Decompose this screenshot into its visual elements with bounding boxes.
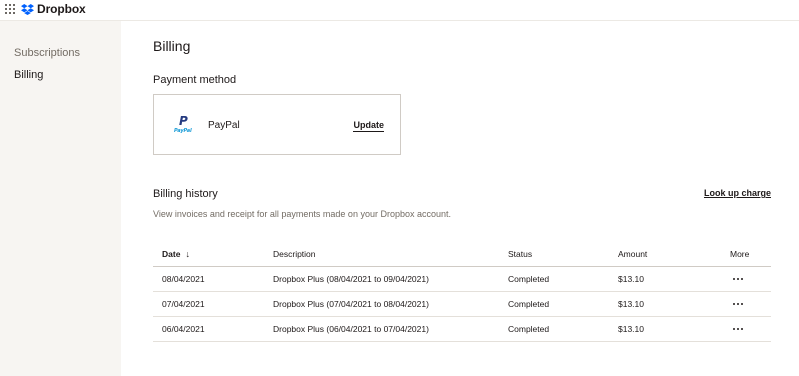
row-amount: $13.10 <box>618 299 644 309</box>
row-description: Dropbox Plus (07/04/2021 to 08/04/2021) <box>273 299 429 309</box>
column-header-description: Description <box>273 249 316 259</box>
table-row: 06/04/2021 Dropbox Plus (06/04/2021 to 0… <box>153 317 771 342</box>
dropbox-logo-icon <box>21 3 34 15</box>
table-header: Date ↓ Description Status Amount More <box>153 242 771 267</box>
more-options-icon[interactable] <box>733 328 743 331</box>
row-status: Completed <box>508 299 550 309</box>
payment-method-card: P PayPal PayPal Update <box>153 94 401 155</box>
column-header-more: More <box>730 249 750 259</box>
look-up-charge-link[interactable]: Look up charge <box>704 188 771 198</box>
billing-history-description: View invoices and receipt for all paymen… <box>153 209 451 219</box>
more-options-icon[interactable] <box>733 303 743 306</box>
row-status: Completed <box>508 324 550 334</box>
row-date: 07/04/2021 <box>162 299 205 309</box>
paypal-logo-icon: P PayPal <box>174 114 192 134</box>
table-row: 08/04/2021 Dropbox Plus (08/04/2021 to 0… <box>153 267 771 292</box>
update-payment-button[interactable]: Update <box>353 120 384 132</box>
sidebar-item-subscriptions[interactable]: Subscriptions <box>14 47 80 59</box>
more-options-icon[interactable] <box>733 278 743 281</box>
payment-method-heading: Payment method <box>153 74 237 86</box>
payment-provider-name: PayPal <box>208 120 240 131</box>
row-description: Dropbox Plus (08/04/2021 to 09/04/2021) <box>273 274 429 284</box>
table-row: 07/04/2021 Dropbox Plus (07/04/2021 to 0… <box>153 292 771 317</box>
sidebar-item-billing[interactable]: Billing <box>14 69 43 81</box>
page-title: Billing <box>153 38 191 54</box>
grid-icon[interactable] <box>5 4 15 14</box>
main-content: Billing Payment method P PayPal PayPal U… <box>121 21 799 376</box>
top-bar: Dropbox <box>0 0 799 21</box>
column-header-amount: Amount <box>618 249 648 259</box>
row-amount: $13.10 <box>618 324 644 334</box>
column-header-status: Status <box>508 249 533 259</box>
sidebar: Subscriptions Billing <box>0 21 121 376</box>
row-date: 08/04/2021 <box>162 274 205 284</box>
row-description: Dropbox Plus (06/04/2021 to 07/04/2021) <box>273 324 429 334</box>
column-header-date[interactable]: Date ↓ <box>162 242 190 267</box>
billing-history-table: Date ↓ Description Status Amount More 08/… <box>153 242 771 342</box>
billing-history-heading: Billing history <box>153 188 218 200</box>
row-status: Completed <box>508 274 550 284</box>
row-amount: $13.10 <box>618 274 644 284</box>
brand-name: Dropbox <box>37 2 86 16</box>
arrow-down-icon: ↓ <box>185 249 190 259</box>
column-header-date-label: Date <box>162 249 181 259</box>
dropbox-home-link[interactable]: Dropbox <box>21 2 86 16</box>
row-date: 06/04/2021 <box>162 324 205 334</box>
